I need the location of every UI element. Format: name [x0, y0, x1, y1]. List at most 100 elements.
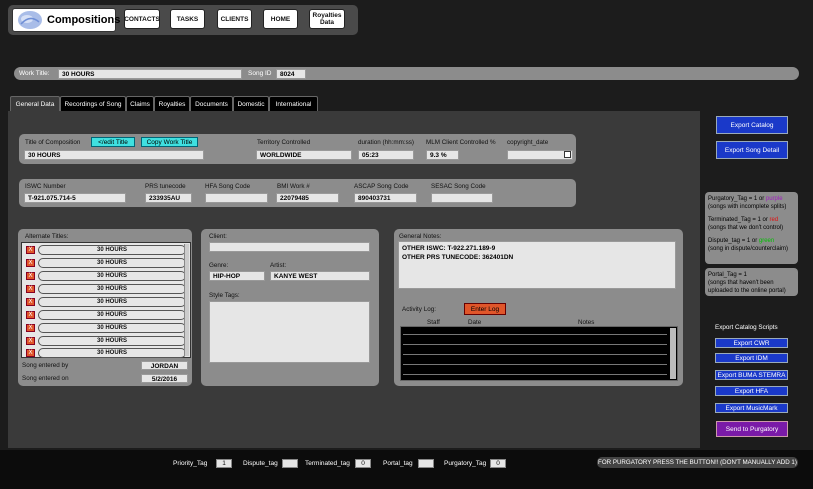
- territory-field[interactable]: WORLDWIDE: [256, 150, 352, 160]
- export-buma-stemra-button[interactable]: Export BUMA STEMRA: [715, 370, 788, 380]
- export-catalog-button[interactable]: Export Catalog: [716, 116, 788, 134]
- tab-general-data[interactable]: General Data: [10, 96, 60, 111]
- work-title-label: Work Title:: [19, 70, 50, 77]
- iswc-field[interactable]: T-921.075.714-5: [24, 193, 126, 203]
- alt-title-field[interactable]: 30 HOURS: [38, 245, 186, 255]
- portal-tag-field[interactable]: [418, 459, 434, 468]
- activity-log-label: Activity Log:: [402, 306, 436, 313]
- delete-alt-title-button[interactable]: X: [26, 246, 35, 254]
- composition-title-field[interactable]: 30 HOURS: [24, 150, 204, 160]
- genre-field[interactable]: HIP-HOP: [209, 271, 265, 281]
- priority-tag-label: Priority_Tag: [173, 460, 208, 467]
- duration-field[interactable]: 05:23: [358, 150, 414, 160]
- delete-alt-title-button[interactable]: X: [26, 298, 35, 306]
- ascap-song-code-label: ASCAP Song Code: [354, 183, 409, 190]
- general-notes-field[interactable]: OTHER ISWC: T-922.271.189-9 OTHER PRS TU…: [398, 241, 676, 289]
- calendar-icon[interactable]: [564, 151, 571, 158]
- export-song-detail-button[interactable]: Export Song Detail: [716, 141, 788, 159]
- artist-field[interactable]: KANYE WEST: [270, 271, 370, 281]
- export-musicmark-button[interactable]: Export MusicMark: [715, 403, 788, 413]
- send-to-purgatory-button[interactable]: Send to Purgatory: [716, 421, 788, 437]
- alt-title-field[interactable]: 30 HOURS: [38, 348, 186, 358]
- alt-title-field[interactable]: 30 HOURS: [38, 336, 186, 346]
- col-staff: Staff: [427, 319, 440, 326]
- copyright-date-field[interactable]: [507, 150, 573, 160]
- work-title-field[interactable]: 30 HOURS: [58, 69, 242, 79]
- delete-alt-title-button[interactable]: X: [26, 349, 35, 357]
- hfa-song-code-field[interactable]: [205, 193, 268, 203]
- bmi-work-label: BMI Work #: [277, 183, 310, 190]
- purgatory-warning: FOR PURGATORY PRESS THE BUTTON!! (DON'T …: [597, 457, 798, 468]
- bottom-bar: [0, 450, 813, 489]
- nav-royalties-data-button[interactable]: Royalties Data: [309, 9, 345, 29]
- alt-title-field[interactable]: 30 HOURS: [38, 284, 186, 294]
- territory-label: Territory Controlled: [257, 139, 311, 146]
- song-entered-on-field[interactable]: 5/2/2016: [141, 374, 188, 383]
- enter-log-button[interactable]: Enter Log: [464, 303, 506, 315]
- title-of-composition-label: Title of Composition: [25, 139, 81, 146]
- delete-alt-title-button[interactable]: X: [26, 272, 35, 280]
- activity-log-scrollbar[interactable]: [670, 328, 676, 379]
- purgatory-tag-field[interactable]: 0: [490, 459, 506, 468]
- sesac-song-code-label: SESAC Song Code: [431, 183, 486, 190]
- priority-tag-field[interactable]: 1: [216, 459, 232, 468]
- alternate-titles-label: Alternate Titles:: [25, 233, 69, 240]
- mlm-controlled-label: MLM Client Controlled %: [426, 139, 496, 146]
- tab-recordings-of-song[interactable]: Recordings of Song: [60, 96, 126, 111]
- tab-claims[interactable]: Claims: [126, 96, 154, 111]
- export-idm-button[interactable]: Export IDM: [715, 353, 788, 363]
- export-hfa-button[interactable]: Export HFA: [715, 386, 788, 396]
- edit-title-button[interactable]: </edit Title: [91, 137, 135, 147]
- tab-royalties[interactable]: Royalties: [154, 96, 190, 111]
- nav-contacts-button[interactable]: CONTACTS: [124, 9, 160, 29]
- list-item: X 30 HOURS: [26, 271, 186, 281]
- delete-alt-title-button[interactable]: X: [26, 311, 35, 319]
- tab-international[interactable]: International: [269, 96, 318, 111]
- delete-alt-title-button[interactable]: X: [26, 324, 35, 332]
- alt-title-field[interactable]: 30 HOURS: [38, 323, 186, 333]
- alt-title-field[interactable]: 30 HOURS: [38, 271, 186, 281]
- purgatory-legend-desc: (songs with incomplete splits): [708, 204, 787, 210]
- table-row: [403, 364, 667, 365]
- alt-title-field[interactable]: 30 HOURS: [38, 310, 186, 320]
- sesac-song-code-field[interactable]: [431, 193, 493, 203]
- alternate-titles-scrollbar[interactable]: [184, 244, 189, 356]
- nav-home-button[interactable]: HOME: [263, 9, 298, 29]
- nav-tasks-button[interactable]: TASKS: [170, 9, 205, 29]
- bmi-work-field[interactable]: 22079485: [276, 193, 339, 203]
- dispute-tag-label: Dispute_tag: [243, 460, 278, 467]
- portal-legend: Portal_Tag = 1: [708, 272, 747, 278]
- purgatory-tag-label: Purgatory_Tag: [444, 460, 487, 467]
- nav-clients-button[interactable]: CLIENTS: [217, 9, 252, 29]
- song-entered-by-label: Song entered by: [22, 362, 69, 369]
- tab-documents[interactable]: Documents: [190, 96, 233, 111]
- prs-tunecode-label: PRS tunecode: [145, 183, 186, 190]
- portal-legend-box: Portal_Tag = 1 (songs that haven't been …: [705, 268, 798, 296]
- song-id-field[interactable]: 8024: [276, 69, 306, 79]
- mlm-controlled-field[interactable]: 9.3 %: [426, 150, 459, 160]
- delete-alt-title-button[interactable]: X: [26, 337, 35, 345]
- prs-tunecode-field[interactable]: 233935AU: [145, 193, 192, 203]
- client-field[interactable]: [209, 242, 370, 252]
- alt-title-field[interactable]: 30 HOURS: [38, 297, 186, 307]
- alt-title-field[interactable]: 30 HOURS: [38, 258, 186, 268]
- iswc-label: ISWC Number: [25, 183, 66, 190]
- duration-label: duration (hh:mm:ss): [358, 139, 414, 146]
- copy-work-title-button[interactable]: Copy Work Title: [141, 137, 198, 147]
- delete-alt-title-button[interactable]: X: [26, 285, 35, 293]
- dispute-legend-desc: (song in dispute/counterclaim): [708, 246, 789, 252]
- table-row: [403, 334, 667, 335]
- delete-alt-title-button[interactable]: X: [26, 259, 35, 267]
- export-cwr-button[interactable]: Export CWR: [715, 338, 788, 348]
- list-item: X 30 HOURS: [26, 245, 186, 255]
- ascap-song-code-field[interactable]: 890403731: [354, 193, 417, 203]
- terminated-tag-field[interactable]: 0: [355, 459, 371, 468]
- hfa-song-code-label: HFA Song Code: [205, 183, 251, 190]
- list-item: X 30 HOURS: [26, 284, 186, 294]
- tab-domestic[interactable]: Domestic: [233, 96, 269, 111]
- list-item: X 30 HOURS: [26, 323, 186, 333]
- dispute-tag-field[interactable]: [282, 459, 298, 468]
- style-tags-field[interactable]: [209, 301, 370, 363]
- copyright-date-label: copyright_date: [507, 139, 549, 146]
- song-entered-by-field[interactable]: JORDAN: [141, 361, 188, 370]
